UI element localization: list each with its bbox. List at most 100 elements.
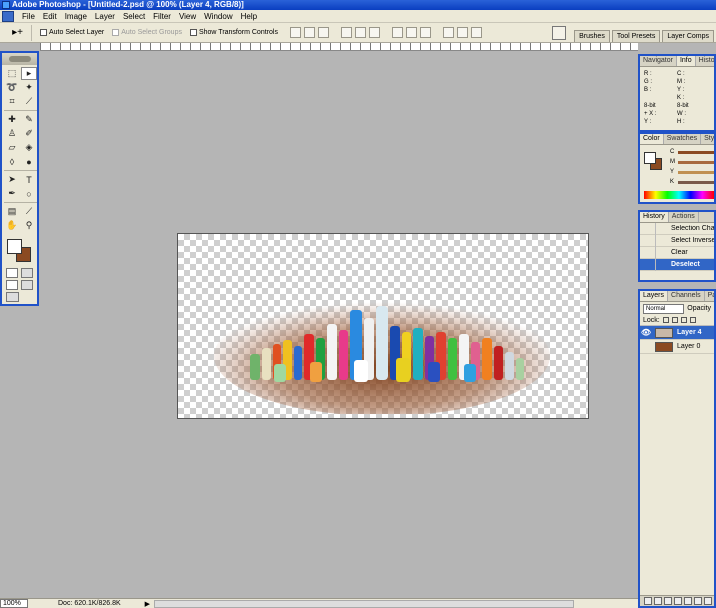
lasso-tool-icon[interactable]: ➰ (4, 81, 20, 94)
notes-tool-icon[interactable]: ▤ (4, 205, 20, 218)
tab-layers[interactable]: Layers (640, 291, 669, 301)
distribute-hcenter-icon[interactable] (456, 27, 468, 38)
color-spectrum-ramp[interactable] (644, 191, 714, 199)
foreground-color-swatch[interactable] (7, 239, 22, 254)
eyedropper-tool-icon[interactable]: ⟋ (21, 205, 37, 218)
checkbox-box[interactable] (112, 29, 120, 36)
checkbox-box[interactable] (189, 29, 197, 36)
align-right-icon[interactable] (368, 27, 380, 38)
blend-mode-select[interactable]: Normal (643, 303, 685, 314)
eraser-tool-icon[interactable]: ▱ (4, 141, 20, 154)
healing-brush-tool-icon[interactable]: ✚ (4, 113, 20, 126)
align-left-icon[interactable] (340, 27, 352, 38)
layer-row[interactable]: Layer 0 (640, 340, 714, 354)
distribute-top-icon[interactable] (391, 27, 403, 38)
history-item-current[interactable]: Deselect (640, 258, 714, 271)
lock-position-icon[interactable] (680, 317, 687, 323)
file-browser-icon[interactable] (552, 26, 567, 40)
history-item[interactable]: Select Inverse (640, 234, 714, 247)
document-canvas[interactable] (177, 233, 589, 419)
tab-history[interactable]: History (640, 212, 669, 222)
tab-info[interactable]: Info (676, 56, 696, 66)
layer-row[interactable]: 👁 Layer 4 (640, 326, 714, 340)
dodge-tool-icon[interactable]: ● (21, 155, 37, 168)
standard-screen-icon[interactable] (6, 280, 18, 290)
brush-tool-icon[interactable]: ✎ (21, 113, 37, 126)
tab-paths[interactable]: Paths (705, 291, 714, 301)
tab-channels[interactable]: Channels (668, 291, 705, 301)
photoshop-logo-icon[interactable] (2, 10, 14, 22)
toolbox-header[interactable] (2, 53, 37, 65)
menu-view[interactable]: View (175, 12, 200, 21)
history-brush-tool-icon[interactable]: ✐ (21, 127, 37, 140)
tab-color[interactable]: Color (640, 134, 664, 144)
align-hcenter-icon[interactable] (354, 27, 366, 38)
menu-filter[interactable]: Filter (149, 12, 175, 21)
menu-layer[interactable]: Layer (91, 12, 119, 21)
history-brush-slot[interactable] (640, 246, 656, 259)
shape-tool-icon[interactable]: ○ (21, 187, 37, 200)
tool-preset-picker[interactable]: ▸+ (4, 24, 32, 41)
auto-select-groups-checkbox[interactable]: Auto Select Groups (112, 29, 182, 36)
align-bottom-icon[interactable] (317, 27, 329, 38)
zoom-field[interactable]: 100% (0, 599, 28, 608)
menu-edit[interactable]: Edit (39, 12, 61, 21)
new-group-icon[interactable] (684, 597, 692, 605)
eye-icon[interactable]: 👁 (640, 328, 652, 337)
slider-bar[interactable] (678, 160, 714, 164)
tab-styles[interactable]: Styles (701, 134, 714, 144)
history-item[interactable]: Selection Change (640, 222, 714, 235)
tab-navigator[interactable]: Navigator (640, 56, 677, 66)
tab-actions[interactable]: Actions (669, 212, 699, 222)
marquee-tool-icon[interactable]: ⬚ (4, 67, 20, 80)
auto-select-layer-checkbox[interactable]: Auto Select Layer (40, 29, 104, 36)
tab-swatches[interactable]: Swatches (664, 134, 702, 144)
history-brush-slot[interactable] (640, 234, 656, 247)
menu-image[interactable]: Image (61, 12, 91, 21)
tab-histogram[interactable]: Histo (696, 56, 714, 66)
history-state-slider-icon[interactable] (640, 258, 656, 271)
menu-window[interactable]: Window (200, 12, 236, 21)
checkbox-box[interactable] (40, 29, 47, 36)
well-tab-brushes[interactable]: Brushes (574, 30, 610, 42)
quick-mask-mode-icon[interactable] (21, 268, 33, 278)
distribute-vcenter-icon[interactable] (405, 27, 417, 38)
link-layers-icon[interactable] (644, 597, 652, 605)
path-selection-tool-icon[interactable]: ➤ (4, 173, 20, 186)
type-tool-icon[interactable]: T (21, 173, 37, 186)
layer-mask-icon[interactable] (664, 597, 672, 605)
zoom-tool-icon[interactable]: ⚲ (21, 219, 37, 232)
show-transform-controls-checkbox[interactable]: Show Transform Controls (189, 29, 278, 36)
lock-transparency-icon[interactable] (662, 317, 669, 323)
full-screen-menu-icon[interactable] (21, 280, 33, 290)
well-tab-layer-comps[interactable]: Layer Comps (662, 30, 714, 42)
foreground-color-swatch[interactable] (644, 152, 656, 164)
align-top-icon[interactable] (289, 27, 301, 38)
distribute-bottom-icon[interactable] (419, 27, 431, 38)
distribute-left-icon[interactable] (442, 27, 454, 38)
align-vcenter-icon[interactable] (303, 27, 315, 38)
adjustment-layer-icon[interactable] (674, 597, 682, 605)
clone-stamp-tool-icon[interactable]: ♙ (4, 127, 20, 140)
new-layer-icon[interactable] (694, 597, 702, 605)
blur-tool-icon[interactable]: ◊ (4, 155, 20, 168)
color-slider-k[interactable]: K (640, 177, 714, 187)
lock-pixels-icon[interactable] (671, 317, 678, 323)
jump-to-imageready-icon[interactable] (6, 292, 19, 302)
layer-style-icon[interactable] (654, 597, 662, 605)
slice-tool-icon[interactable]: ⟋ (21, 95, 37, 108)
horizontal-scrollbar[interactable] (154, 599, 575, 608)
trash-icon[interactable] (704, 597, 712, 605)
menu-help[interactable]: Help (237, 12, 261, 21)
history-item[interactable]: Clear (640, 246, 714, 259)
menu-select[interactable]: Select (119, 12, 149, 21)
paint-bucket-tool-icon[interactable]: ◈ (21, 141, 37, 154)
pen-tool-icon[interactable]: ✒ (4, 187, 20, 200)
distribute-right-icon[interactable] (470, 27, 482, 38)
status-menu-arrow-icon[interactable]: ▶ (145, 600, 150, 608)
lock-all-icon[interactable] (689, 317, 696, 323)
slider-bar[interactable] (678, 180, 714, 184)
menu-file[interactable]: File (18, 12, 39, 21)
history-brush-slot[interactable] (640, 222, 656, 235)
standard-mode-icon[interactable] (6, 268, 18, 278)
